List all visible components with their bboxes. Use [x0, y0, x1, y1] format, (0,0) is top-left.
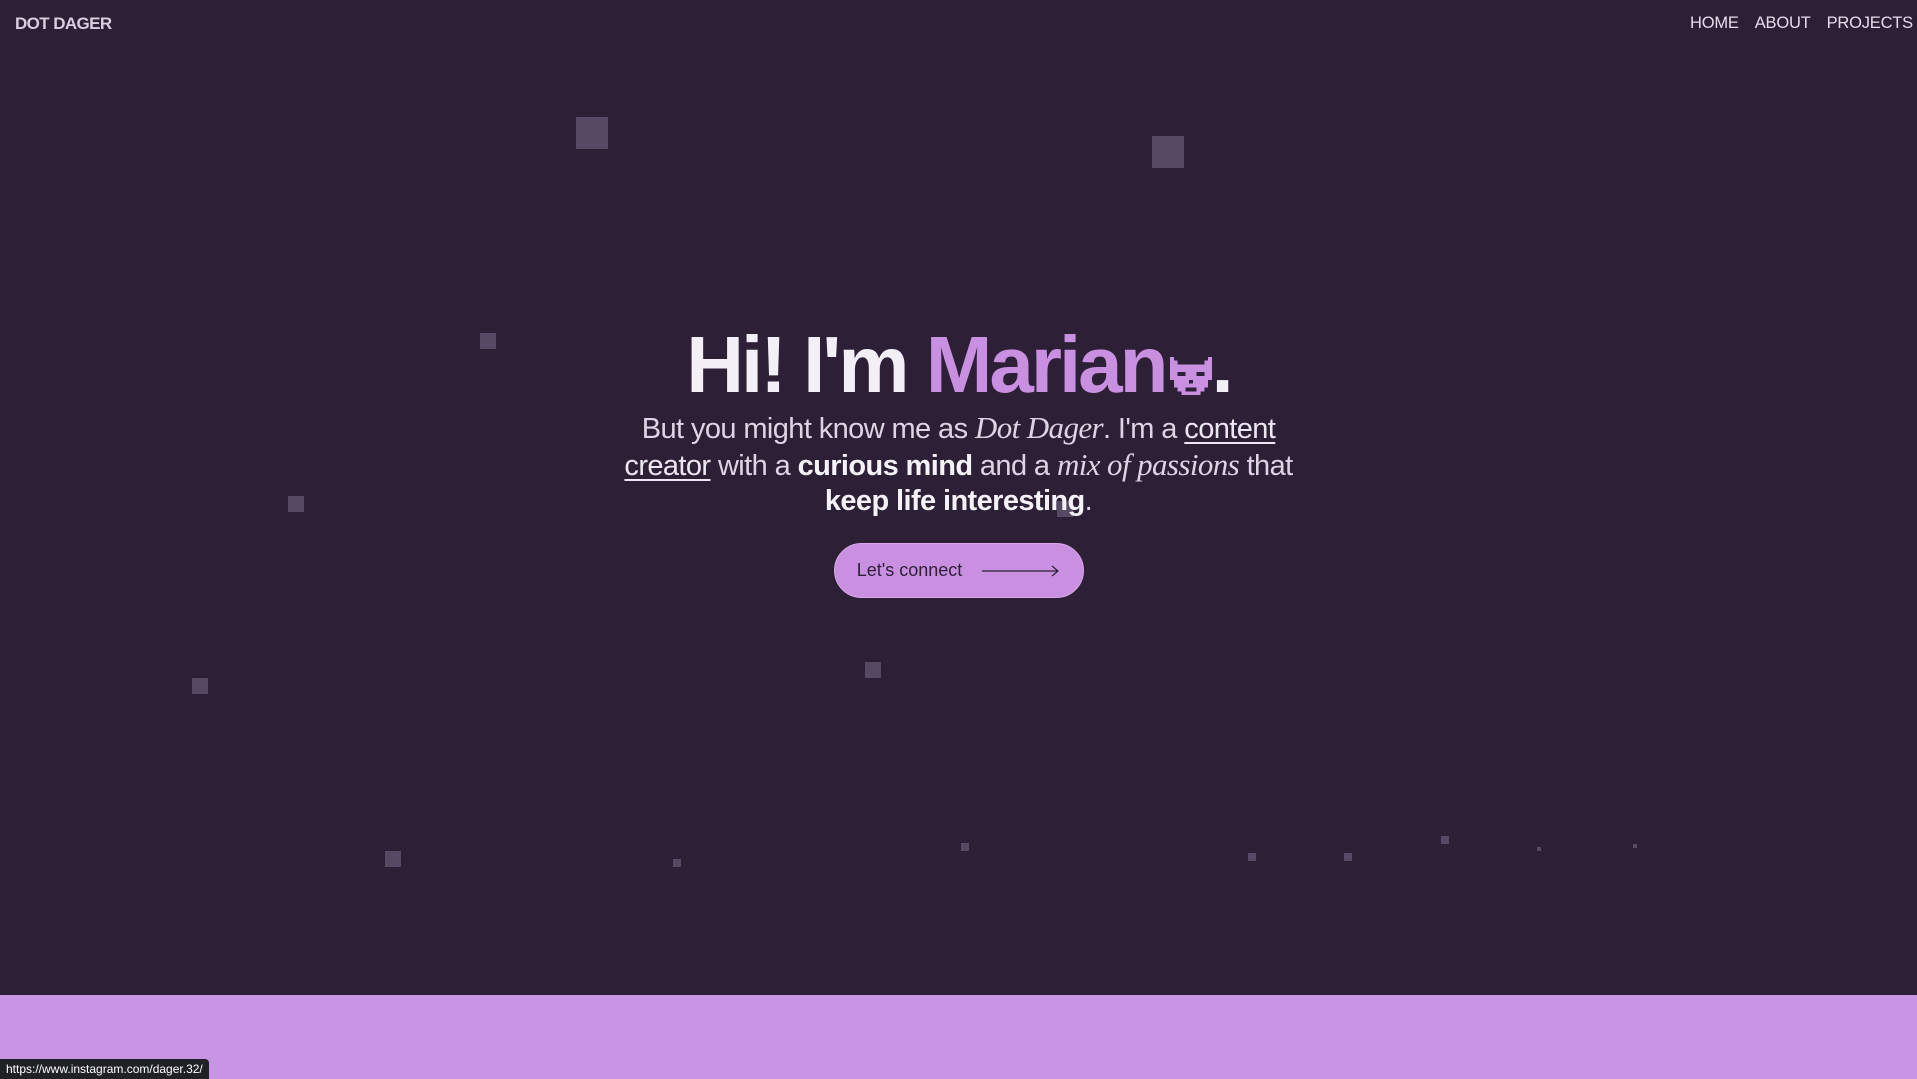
decor-square	[192, 678, 208, 694]
nav-projects[interactable]: PROJECTS	[1827, 14, 1914, 33]
intro-text: and a	[972, 450, 1057, 482]
arrow-right-icon	[982, 565, 1060, 576]
page: DOT DAGER HOME ABOUT PROJECTS Hi! I'm Ma…	[0, 0, 1917, 1079]
nav-about[interactable]: ABOUT	[1755, 14, 1811, 33]
lets-connect-button[interactable]: Let's connect	[833, 543, 1084, 598]
main-nav: HOME ABOUT PROJECTS	[1690, 14, 1917, 33]
greeting-text: Hi! I'm	[686, 320, 926, 409]
decor-square	[576, 117, 608, 149]
decor-square	[673, 859, 681, 867]
hero-name: Marian	[925, 320, 1169, 409]
nav-home[interactable]: HOME	[1690, 14, 1739, 33]
footer-band	[0, 995, 1917, 1079]
decor-square	[1633, 844, 1637, 848]
hero-section: Hi! I'm Marian . But you might know me a…	[0, 320, 1917, 598]
hero-intro: But you might know me as Dot Dager. I'm …	[619, 410, 1299, 519]
decor-square	[1441, 836, 1449, 844]
decor-square	[961, 843, 969, 851]
decor-square	[1344, 853, 1352, 861]
decor-square	[1152, 136, 1184, 168]
headline-period: .	[1211, 320, 1234, 409]
intro-text: But you might know me as	[641, 413, 975, 445]
decor-square	[385, 851, 401, 867]
hero-headline: Hi! I'm Marian .	[0, 320, 1917, 410]
curious-mind-text: curious mind	[797, 450, 973, 482]
intro-text: with a	[710, 450, 798, 482]
cta-label: Let's connect	[856, 560, 963, 580]
decor-square	[1537, 847, 1541, 851]
alias-text: Dot Dager	[974, 410, 1104, 445]
intro-text: . I'm a	[1102, 413, 1185, 445]
mix-of-passions-text: mix of passions	[1056, 447, 1240, 482]
pixel-cat-icon[interactable]	[1169, 356, 1212, 396]
intro-text: that	[1239, 450, 1294, 482]
decor-square	[1248, 853, 1256, 861]
tagline-text: keep life interesting	[824, 485, 1085, 517]
intro-text: .	[1084, 485, 1093, 517]
brand-logo[interactable]: DOT DAGER	[15, 14, 112, 34]
decor-square	[865, 662, 881, 678]
status-bar-url: https://www.instagram.com/dager.32/	[0, 1059, 209, 1079]
